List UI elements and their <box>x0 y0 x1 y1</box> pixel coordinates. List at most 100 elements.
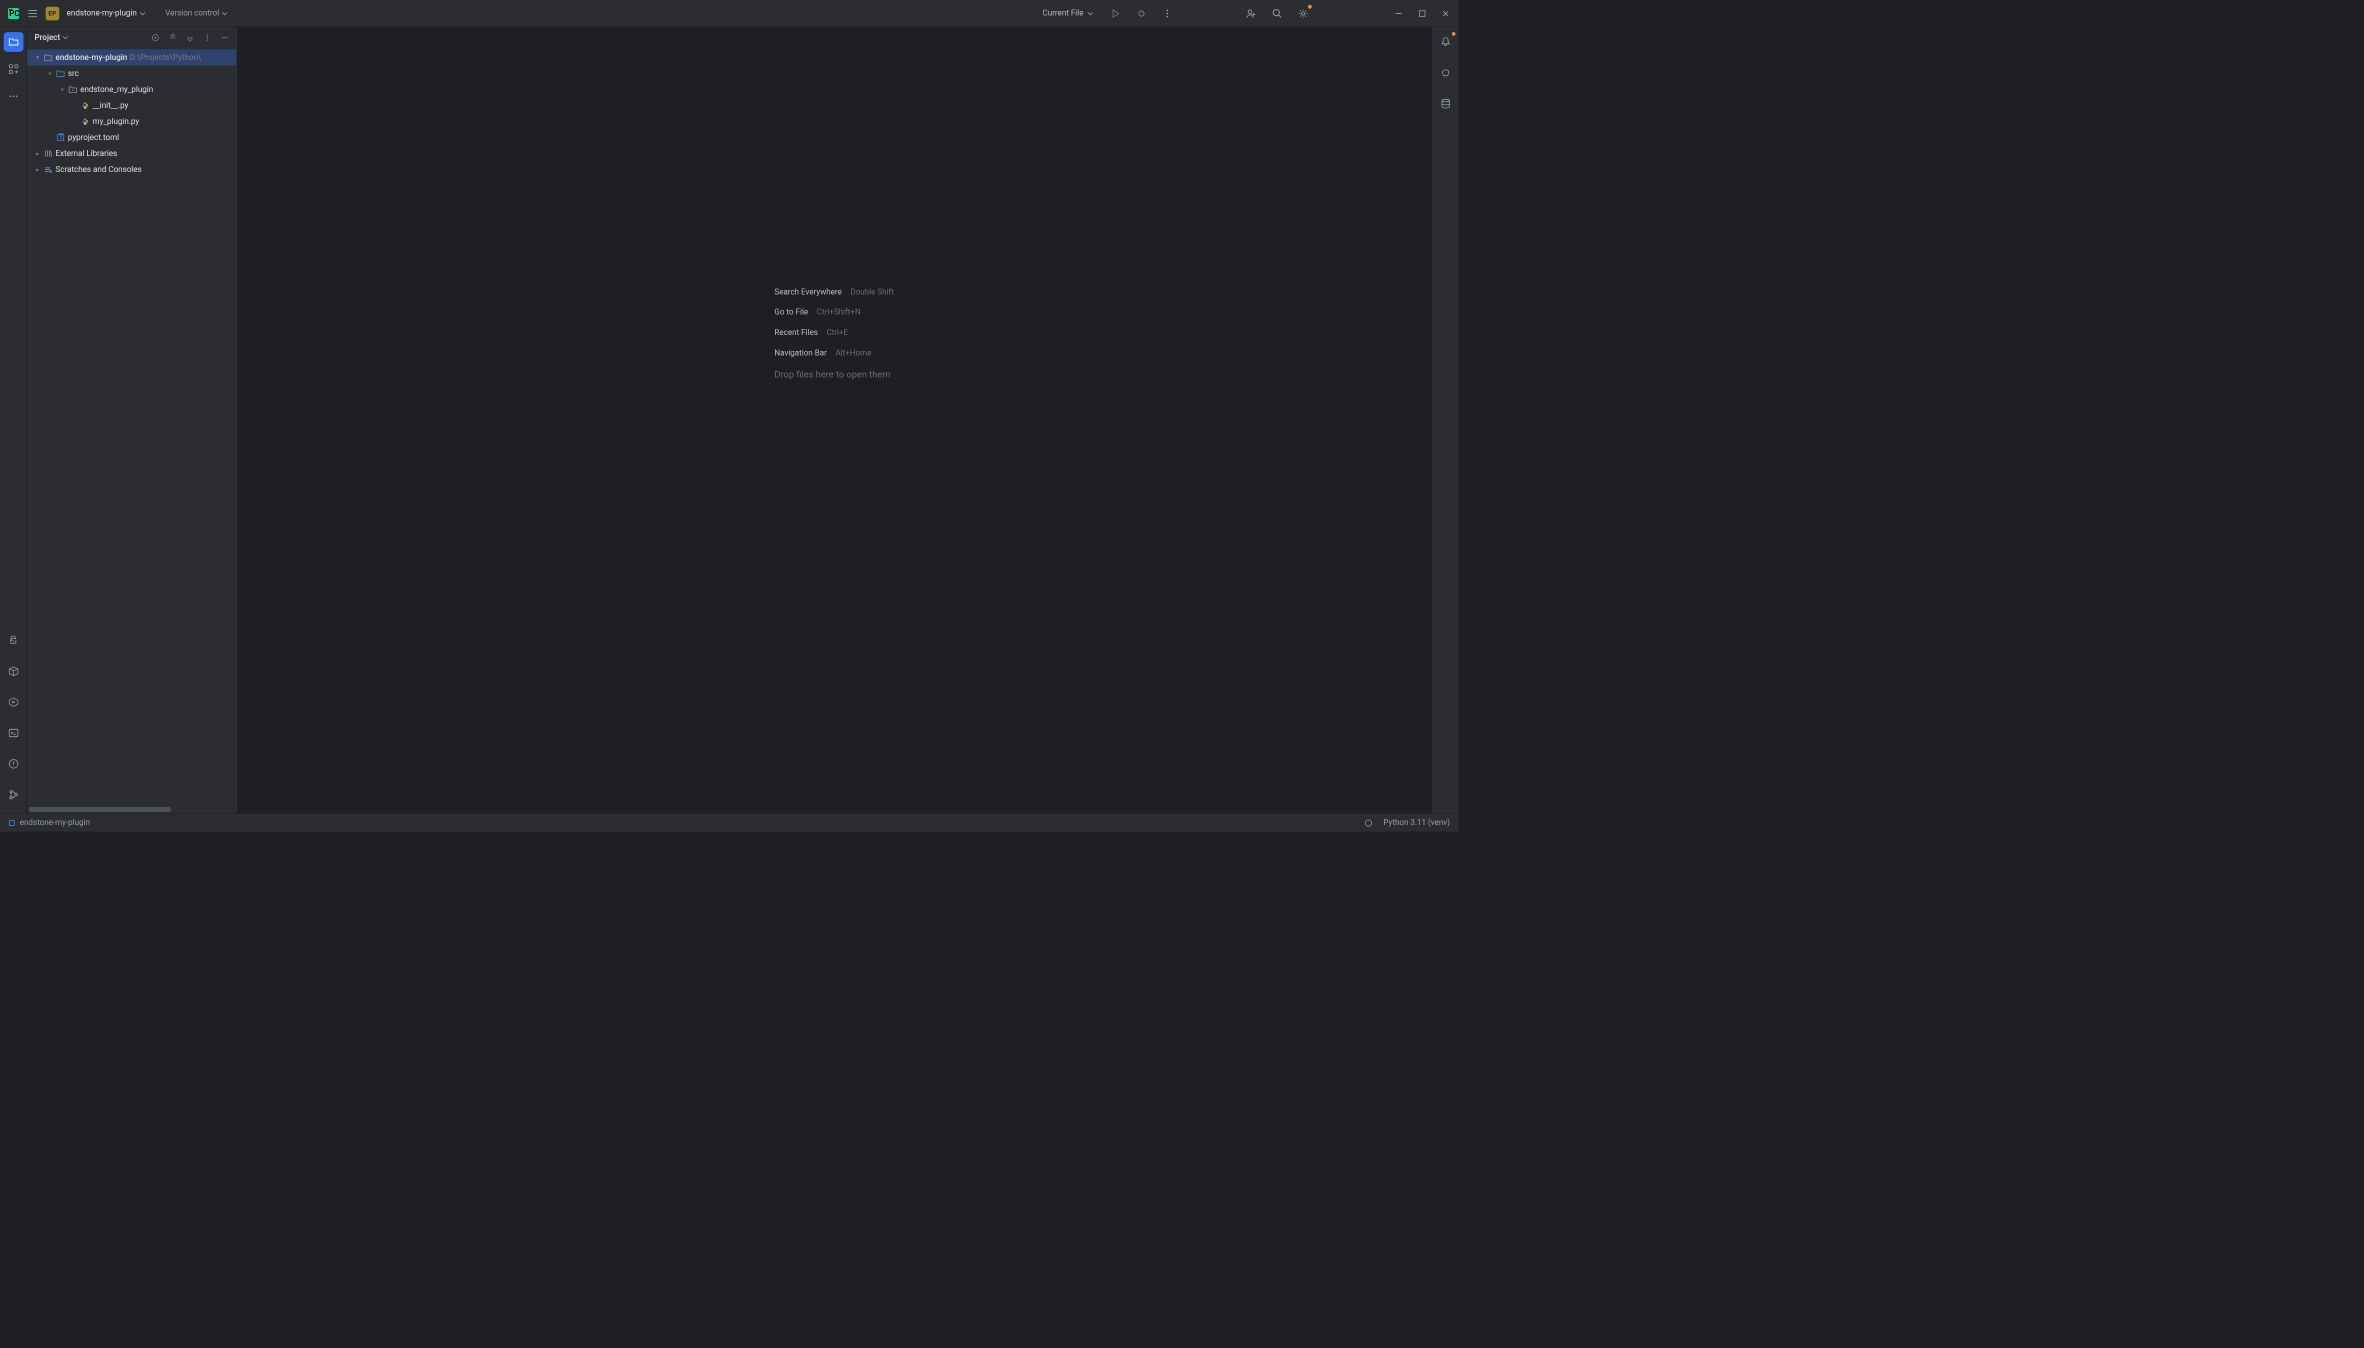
python-file-icon <box>80 101 90 110</box>
maximize-button[interactable] <box>1418 9 1427 18</box>
tree-scratches[interactable]: ▸ Scratches and Consoles <box>27 162 236 178</box>
sidebar-title-label: Project <box>35 33 61 42</box>
more-tools-button[interactable] <box>3 86 23 106</box>
minimize-button[interactable] <box>1394 9 1403 18</box>
main: Project ▾ endstone-my-plugin D:\Projects… <box>0 27 1459 813</box>
project-tool-button[interactable] <box>3 32 23 52</box>
run-button[interactable] <box>1107 5 1124 22</box>
tree-label: src <box>68 69 79 78</box>
python-packages-button[interactable] <box>3 661 23 681</box>
sidebar-options-icon[interactable] <box>203 33 212 42</box>
structure-tool-button[interactable] <box>3 59 23 79</box>
chevron-down-icon[interactable]: ▾ <box>58 86 67 93</box>
statusbar-right: Python 3.11 (venv) <box>1364 818 1450 828</box>
project-badge: EP <box>46 6 60 20</box>
project-sidebar: Project ▾ endstone-my-plugin D:\Projects… <box>27 27 237 813</box>
hint-navigation-bar: Navigation Bar Alt+Home <box>774 349 894 358</box>
terminal-button[interactable] <box>3 723 23 743</box>
search-icon[interactable] <box>1269 5 1286 22</box>
tree-label: endstone_my_plugin <box>80 85 153 94</box>
close-button[interactable] <box>1441 9 1450 18</box>
chevron-down-icon <box>139 10 145 16</box>
select-opened-file-icon[interactable] <box>151 33 160 42</box>
hide-sidebar-icon[interactable] <box>220 33 229 42</box>
tree-label: my_plugin.py <box>93 117 140 126</box>
python-console-button[interactable] <box>3 631 23 651</box>
window-controls <box>1394 9 1450 18</box>
tree-external-libraries[interactable]: ▸ External Libraries <box>27 146 236 162</box>
status-python-interpreter[interactable]: Python 3.11 (venv) <box>1383 818 1450 827</box>
tree-file-plugin[interactable]: my_plugin.py <box>27 114 236 130</box>
tree-folder-src[interactable]: ▾ src <box>27 65 236 81</box>
code-with-me-icon[interactable] <box>1243 5 1260 22</box>
sidebar-hscrollbar[interactable] <box>27 807 236 813</box>
services-button[interactable] <box>3 692 23 712</box>
vcs-label: Version control <box>165 9 219 18</box>
titlebar-left: PC EP endstone-my-plugin Version control <box>4 6 228 20</box>
chevron-right-icon[interactable]: ▸ <box>33 166 42 173</box>
tree-label: Scratches and Consoles <box>56 165 142 174</box>
library-icon <box>43 149 53 158</box>
chevron-down-icon[interactable]: ▾ <box>33 54 42 61</box>
python-file-icon <box>80 117 90 126</box>
left-bottom-tools <box>3 631 23 814</box>
tree-label: __init__.py <box>93 101 129 110</box>
hint-search-everywhere: Search Everywhere Double Shift <box>774 288 894 297</box>
sidebar-actions <box>151 33 229 42</box>
settings-icon[interactable] <box>1294 5 1311 22</box>
hamburger-icon[interactable] <box>27 8 38 19</box>
project-name-label: endstone-my-plugin <box>67 9 137 18</box>
left-tool-strip <box>0 27 27 813</box>
chevron-down-icon <box>1087 10 1093 16</box>
more-actions-icon[interactable] <box>1159 5 1176 22</box>
tree-label: External Libraries <box>56 149 118 158</box>
collapse-all-icon[interactable] <box>186 33 195 42</box>
folder-icon <box>56 69 66 78</box>
sidebar-header: Project <box>27 27 236 48</box>
hint-action: Recent Files <box>774 328 817 337</box>
hint-shortcut: Ctrl+E <box>826 328 848 337</box>
hint-recent-files: Recent Files Ctrl+E <box>774 328 894 337</box>
drop-hint: Drop files here to open them <box>774 369 894 380</box>
notifications-button[interactable] <box>1435 32 1455 52</box>
scrollbar-thumb[interactable] <box>29 807 171 812</box>
scratches-icon <box>43 165 53 174</box>
sidebar-view-switcher[interactable]: Project <box>35 33 69 42</box>
editor-area[interactable]: Search Everywhere Double Shift Go to Fil… <box>237 27 1432 813</box>
problems-button[interactable] <box>3 754 23 774</box>
svg-text:T: T <box>59 133 64 141</box>
chevron-down-icon <box>222 10 228 16</box>
run-config-label: Current File <box>1043 9 1084 18</box>
interpreter-icon[interactable] <box>1364 818 1374 828</box>
expand-all-icon[interactable] <box>168 33 177 42</box>
run-config-dropdown[interactable]: Current File <box>1043 9 1094 18</box>
hint-go-to-file: Go to File Ctrl+Shift+N <box>774 308 894 317</box>
database-button[interactable] <box>1435 94 1455 114</box>
right-tool-strip <box>1431 27 1458 813</box>
debug-button[interactable] <box>1133 5 1150 22</box>
svg-text:PC: PC <box>9 9 19 18</box>
status-module-name[interactable]: endstone-my-plugin <box>20 818 90 827</box>
tree-folder-pkg[interactable]: ▾ endstone_my_plugin <box>27 81 236 97</box>
hint-shortcut: Double Shift <box>850 288 894 297</box>
titlebar-right: Current File <box>1043 5 1455 22</box>
project-dropdown[interactable]: endstone-my-plugin <box>67 9 146 18</box>
project-tree[interactable]: ▾ endstone-my-plugin D:\Projects\Python\… <box>27 48 236 807</box>
vcs-dropdown[interactable]: Version control <box>165 9 228 18</box>
hint-shortcut: Alt+Home <box>835 349 871 358</box>
tree-root[interactable]: ▾ endstone-my-plugin D:\Projects\Python\ <box>27 49 236 65</box>
tree-file-init[interactable]: __init__.py <box>27 97 236 113</box>
chevron-down-icon[interactable]: ▾ <box>46 70 55 77</box>
chevron-right-icon[interactable]: ▸ <box>33 150 42 157</box>
package-icon <box>68 85 78 94</box>
folder-icon <box>43 53 53 62</box>
ai-assistant-button[interactable] <box>1435 63 1455 83</box>
app-icon[interactable]: PC <box>7 7 19 19</box>
hint-shortcut: Ctrl+Shift+N <box>817 308 861 317</box>
tree-file-pyproject[interactable]: T pyproject.toml <box>27 130 236 146</box>
tree-label: pyproject.toml <box>68 133 119 142</box>
vcs-button[interactable] <box>3 785 23 805</box>
editor-hints: Search Everywhere Double Shift Go to Fil… <box>774 288 894 381</box>
tree-label: endstone-my-plugin <box>56 53 128 62</box>
hint-action: Navigation Bar <box>774 349 826 358</box>
